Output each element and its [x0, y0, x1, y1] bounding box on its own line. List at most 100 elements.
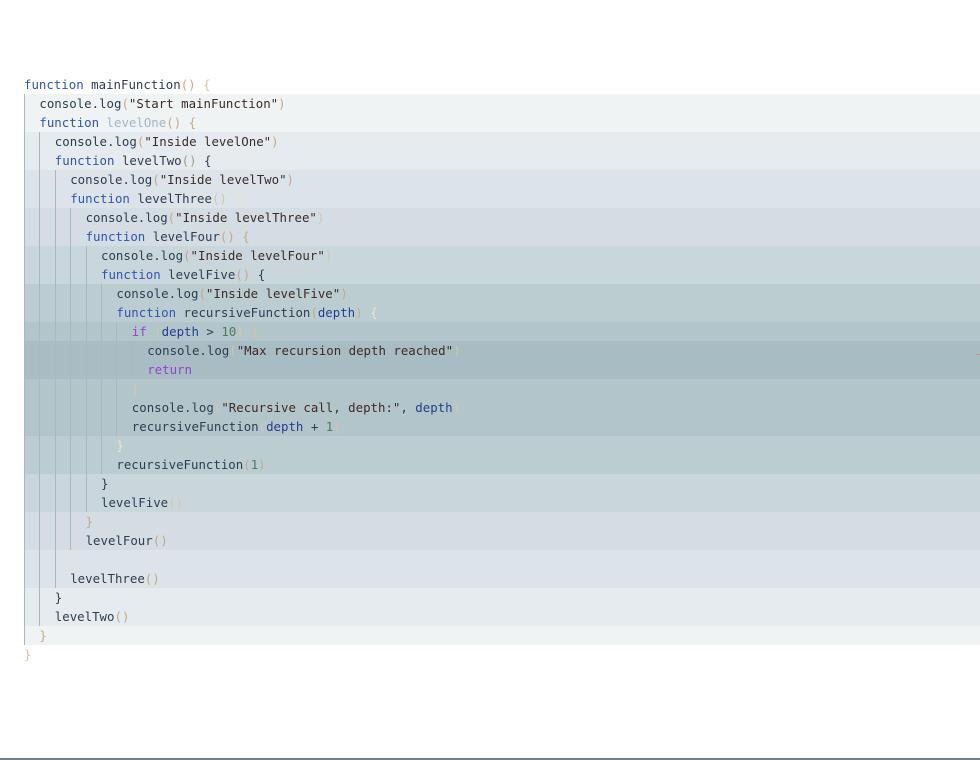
code-token: )	[278, 96, 286, 111]
indent-guide	[24, 474, 25, 493]
indent-guide	[54, 246, 56, 265]
indent-guide	[54, 512, 56, 531]
indent-band	[24, 379, 980, 398]
code-line[interactable]: function recursiveFunction(depth) {	[0, 303, 980, 322]
code-line[interactable]: function levelTwo() {	[0, 151, 980, 170]
indent-guide	[39, 284, 41, 303]
code-line[interactable]: levelFive()	[0, 493, 980, 512]
code-token: }	[70, 552, 78, 567]
code-line[interactable]: function levelFour() {	[0, 227, 980, 246]
indent-guide	[101, 455, 102, 474]
code-token: console.log	[101, 248, 184, 263]
code-line[interactable]: }	[0, 645, 980, 664]
code-line[interactable]: function levelThree() {	[0, 189, 980, 208]
indent-guide	[54, 531, 56, 550]
code-token: 10	[221, 324, 237, 339]
code-token: function	[24, 77, 84, 92]
code-line[interactable]: if (depth > 10) {	[0, 322, 980, 341]
code-line[interactable]: function mainFunction() {	[0, 75, 980, 94]
code-line[interactable]: console.log("Max recursion depth reached…	[0, 341, 980, 360]
code-line[interactable]: console.log("Inside levelFour")	[0, 246, 980, 265]
indent-guide	[54, 341, 56, 360]
code-token: return	[147, 362, 192, 377]
indent-guide	[116, 322, 118, 341]
code-token: function	[70, 191, 130, 206]
code-text: if (depth > 10) {	[132, 322, 259, 341]
indent-guide	[101, 398, 102, 417]
indent-guide	[24, 341, 25, 360]
code-token: depth	[317, 305, 356, 320]
indent-guide	[101, 341, 102, 360]
indent-guide	[70, 436, 72, 455]
indent-guide	[39, 265, 41, 284]
code-token: "Inside levelTwo"	[159, 172, 287, 187]
code-editor[interactable]: function mainFunction() {console.log("St…	[0, 75, 980, 664]
indent-guide	[131, 360, 133, 379]
indent-guide	[24, 531, 25, 550]
indent-guide	[39, 341, 41, 360]
code-line[interactable]: return	[0, 360, 980, 379]
code-line[interactable]: }	[0, 379, 980, 398]
indent-guide	[39, 550, 41, 569]
code-token: depth	[161, 324, 199, 339]
code-line[interactable]: levelTwo()	[0, 607, 980, 626]
code-line[interactable]: console.log("Start mainFunction")	[0, 94, 980, 113]
code-token: )	[340, 286, 348, 301]
indent-guide	[54, 284, 56, 303]
code-line[interactable]: }	[0, 550, 980, 569]
code-token: ()	[152, 533, 168, 548]
code-line[interactable]: }	[0, 474, 980, 493]
code-line[interactable]: function levelOne() {	[0, 113, 980, 132]
indent-guide	[24, 132, 25, 151]
indent-guide	[24, 94, 25, 113]
indent-band	[24, 626, 980, 645]
indent-guide	[70, 398, 72, 417]
code-line[interactable]: console.log("Inside levelThree")	[0, 208, 980, 227]
indent-guide	[24, 588, 25, 607]
code-token: {	[204, 153, 212, 168]
code-line[interactable]: console.log("Inside levelTwo")	[0, 170, 980, 189]
code-text: }	[24, 645, 31, 664]
code-token: >	[198, 324, 222, 339]
code-text: console.log("Inside levelOne")	[55, 132, 279, 151]
code-line[interactable]: }	[0, 588, 980, 607]
indent-guide	[101, 284, 102, 303]
code-token: (	[258, 419, 267, 434]
code-token: "Max recursion depth reached"	[236, 343, 454, 358]
code-line[interactable]: function levelFive() {	[0, 265, 980, 284]
code-line[interactable]: console.log("Recursive call, depth:", de…	[0, 398, 980, 417]
code-line[interactable]: recursiveFunction(depth + 1)	[0, 417, 980, 436]
indent-guide	[39, 170, 41, 189]
code-token: }	[54, 590, 63, 605]
indent-band	[24, 474, 980, 493]
code-line[interactable]: console.log("Inside levelOne")	[0, 132, 980, 151]
code-line[interactable]: recursiveFunction(1)	[0, 455, 980, 474]
code-token: (	[121, 96, 129, 111]
indent-guide	[54, 398, 56, 417]
code-line[interactable]: }	[0, 436, 980, 455]
indent-guide	[39, 151, 41, 170]
code-token: console.log	[70, 172, 153, 187]
indent-guide	[70, 474, 72, 493]
code-line[interactable]: levelThree()	[0, 569, 980, 588]
code-line[interactable]: levelFour()	[0, 531, 980, 550]
indent-band	[24, 607, 980, 626]
code-line[interactable]: }	[0, 512, 980, 531]
code-token: levelThree	[137, 191, 212, 206]
code-token: (	[198, 286, 206, 301]
code-token: {	[370, 305, 378, 320]
indent-guide	[24, 151, 25, 170]
indent-guide	[24, 360, 25, 379]
code-text: }	[39, 626, 46, 645]
code-token: )	[324, 248, 333, 263]
code-token: function	[54, 153, 115, 168]
indent-guide	[24, 246, 25, 265]
indent-guide	[116, 398, 118, 417]
code-line[interactable]: }	[0, 626, 980, 645]
code-line[interactable]: console.log("Inside levelFive")	[0, 284, 980, 303]
code-token: "Inside levelFive"	[205, 286, 341, 301]
indent-guide	[85, 398, 87, 417]
code-token: console.log	[147, 343, 230, 358]
